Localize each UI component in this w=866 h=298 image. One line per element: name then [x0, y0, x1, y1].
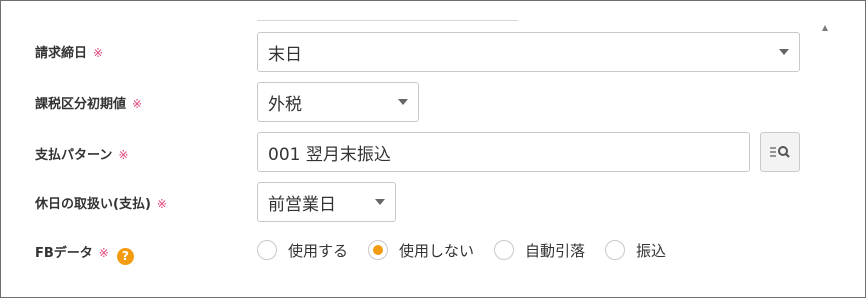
radio-option-not-use[interactable]: 使用しない	[368, 240, 474, 261]
radio-label: 使用する	[288, 241, 349, 260]
radio-button[interactable]	[257, 240, 277, 260]
vertical-scrollbar[interactable]	[813, 2, 839, 297]
chevron-down-icon	[779, 49, 789, 55]
fb-data-radio-group: 使用する 使用しない 自動引落 振込	[257, 239, 686, 261]
tax-category-label: 課税区分初期値 ※	[35, 93, 142, 112]
required-mark: ※	[98, 246, 109, 260]
tax-category-value: 外税	[268, 94, 302, 115]
fb-data-label-text: FBデータ	[35, 246, 93, 261]
tax-category-label-text: 課税区分初期値	[35, 97, 127, 112]
radio-label: 振込	[636, 241, 667, 260]
closing-day-label-text: 請求締日	[35, 46, 88, 61]
help-icon[interactable]: ?	[116, 248, 134, 265]
radio-label: 自動引落	[525, 241, 586, 260]
payment-pattern-value: 001 翌月末振込	[268, 144, 391, 165]
required-mark: ※	[132, 97, 143, 111]
holiday-handling-select[interactable]: 前営業日	[257, 182, 396, 222]
holiday-handling-label: 休日の取扱い(支払) ※	[35, 193, 167, 212]
closing-day-label: 請求締日 ※	[35, 42, 103, 61]
partial-field-above	[257, 18, 518, 21]
list-search-icon	[770, 146, 790, 158]
required-mark: ※	[156, 197, 167, 211]
closing-day-value: 末日	[268, 44, 302, 65]
radio-button-checked[interactable]	[368, 240, 389, 260]
payment-pattern-label-text: 支払パターン	[35, 148, 113, 163]
payment-pattern-input[interactable]: 001 翌月末振込	[257, 132, 750, 172]
required-mark: ※	[118, 148, 129, 162]
form-panel: 請求締日 ※ 末日 課税区分初期値 ※ 外税 支払パターン ※ 001 翌月末振込 休…	[0, 0, 866, 298]
tax-category-select[interactable]: 外税	[257, 82, 419, 122]
chevron-down-icon	[375, 199, 385, 205]
holiday-handling-label-text: 休日の取扱い(支払)	[35, 197, 151, 212]
radio-label: 使用しない	[399, 241, 475, 260]
closing-day-select[interactable]: 末日	[257, 32, 800, 72]
radio-button[interactable]	[605, 240, 626, 260]
chevron-down-icon	[398, 99, 408, 105]
holiday-handling-value: 前営業日	[268, 194, 336, 215]
radio-option-use[interactable]: 使用する	[257, 240, 348, 261]
radio-option-transfer[interactable]: 振込	[605, 240, 666, 261]
payment-pattern-label: 支払パターン ※	[35, 144, 128, 163]
radio-option-auto-debit[interactable]: 自動引落	[494, 240, 585, 261]
required-mark: ※	[93, 46, 104, 60]
fb-data-label: FBデータ ※?	[35, 242, 134, 265]
payment-pattern-lookup-button[interactable]	[760, 132, 800, 172]
radio-button[interactable]	[494, 240, 515, 260]
scroll-up-arrow-icon[interactable]	[822, 25, 828, 31]
